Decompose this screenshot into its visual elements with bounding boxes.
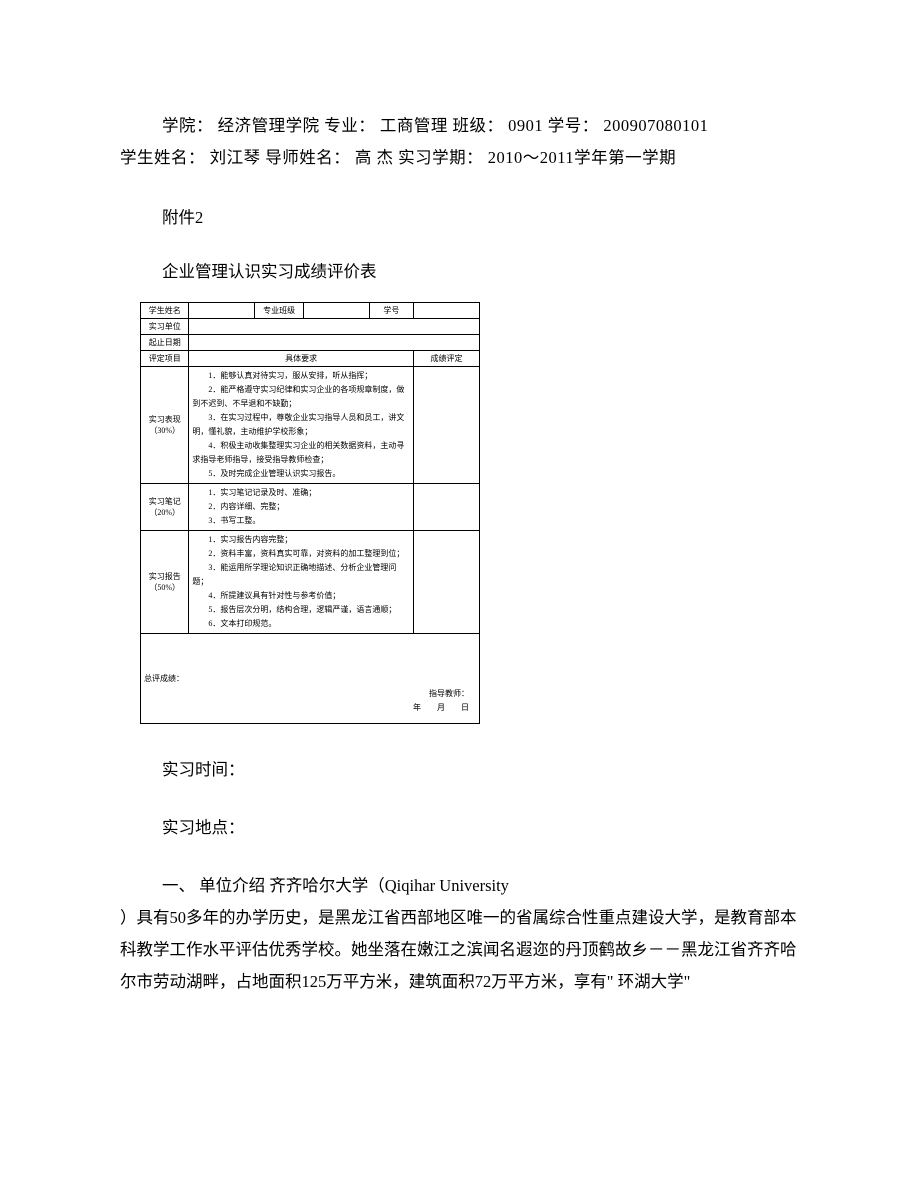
row-performance-label: 实习表现（30%） [141, 367, 189, 484]
section-1-heading: 一、 单位介绍 齐齐哈尔大学（Qiqihar University [120, 870, 800, 902]
body-text: 实习时间： 实习地点： 一、 单位介绍 齐齐哈尔大学（Qiqihar Unive… [120, 754, 800, 998]
cell-date-range-value [189, 335, 480, 351]
table-row: 实习表现（30%） 1．能够认真对待实习，服从安排，听从指挥； 2．能严格遵守实… [141, 367, 480, 484]
date-label: 年 月 日 [413, 701, 469, 715]
col-score: 成绩评定 [413, 351, 479, 367]
cell-major-class-value [303, 303, 369, 319]
teacher-signature-label: 指导教师： [413, 687, 469, 701]
cell-date-range-label: 起止日期 [141, 335, 189, 351]
document-page: 学院： 经济管理学院 专业： 工商管理 班级： 0901 学号： 2009070… [0, 0, 920, 998]
cell-student-name-value [189, 303, 255, 319]
internship-place-label: 实习地点： [120, 812, 800, 844]
table-row: 实习笔记（20%） 1．实习笔记记录及时、准确； 2．内容详细、完整； 3．书写… [141, 484, 480, 531]
signature-area: 指导教师： 年 月 日 [413, 687, 469, 715]
cell-student-id-label: 学号 [369, 303, 413, 319]
cell-internship-unit-label: 实习单位 [141, 319, 189, 335]
row-performance-req: 1．能够认真对待实习，服从安排，听从指挥； 2．能严格遵守实习纪律和实习企业的各… [189, 367, 414, 484]
row-notes-req: 1．实习笔记记录及时、准确； 2．内容详细、完整； 3．书写工整。 [189, 484, 414, 531]
col-evaluation-item: 评定项目 [141, 351, 189, 367]
row-report-req: 1．实习报告内容完整； 2．资料丰富，资料真实可靠，对资料的加工整理到位； 3．… [189, 531, 414, 634]
row-report-label: 实习报告（50%） [141, 531, 189, 634]
attachment-label: 附件2 [120, 204, 800, 228]
row-report-score [413, 531, 479, 634]
cell-student-name-label: 学生姓名 [141, 303, 189, 319]
header-line-1: 学院： 经济管理学院 专业： 工商管理 班级： 0901 学号： 2009070… [120, 110, 800, 142]
cell-major-class-label: 专业班级 [255, 303, 303, 319]
table-row: 实习单位 [141, 319, 480, 335]
row-notes-score [413, 484, 479, 531]
table-row: 总评成绩： 指导教师： 年 月 日 [141, 634, 480, 724]
internship-time-label: 实习时间： [120, 754, 800, 786]
section-1-body: ）具有50多年的办学历史，是黑龙江省西部地区唯一的省属综合性重点建设大学，是教育… [120, 902, 800, 998]
total-score-cell: 总评成绩： 指导教师： 年 月 日 [141, 634, 480, 724]
cell-student-id-value [413, 303, 479, 319]
table-row: 起止日期 [141, 335, 480, 351]
col-requirements: 具体要求 [189, 351, 414, 367]
table-row: 学生姓名 专业班级 学号 [141, 303, 480, 319]
evaluation-table: 学生姓名 专业班级 学号 实习单位 起止日期 评定项目 具体要求 成绩评定 实习… [140, 302, 480, 724]
cell-internship-unit-value [189, 319, 480, 335]
row-notes-label: 实习笔记（20%） [141, 484, 189, 531]
table-row: 评定项目 具体要求 成绩评定 [141, 351, 480, 367]
total-score-label: 总评成绩： [144, 674, 184, 683]
row-performance-score [413, 367, 479, 484]
header-line-2: 学生姓名： 刘江琴 导师姓名： 高 杰 实习学期： 2010～2011学年第一学… [120, 142, 800, 174]
table-title: 企业管理认识实习成绩评价表 [120, 258, 800, 282]
table-row: 实习报告（50%） 1．实习报告内容完整； 2．资料丰富，资料真实可靠，对资料的… [141, 531, 480, 634]
